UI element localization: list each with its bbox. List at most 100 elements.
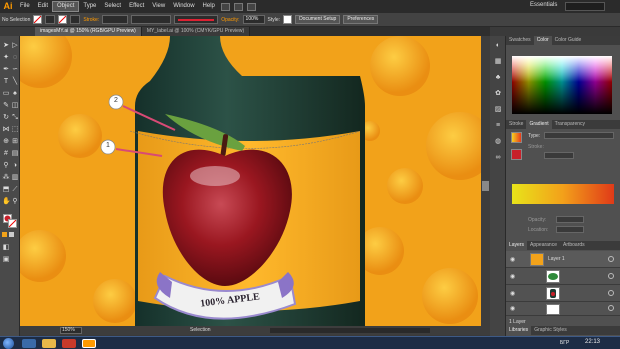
transparency-icon[interactable]: ◍ <box>494 138 502 146</box>
color-guide-icon[interactable]: ▦ <box>494 58 502 66</box>
pen-tool-icon[interactable]: ✒ <box>2 66 10 74</box>
menu-type[interactable]: Type <box>79 0 100 13</box>
menu-window[interactable]: Window <box>169 0 198 13</box>
target-circle-icon[interactable] <box>608 273 614 279</box>
eyedropper-tool-icon[interactable]: ⚲ <box>2 162 10 170</box>
slice-tool-icon[interactable]: ⟋ <box>11 186 19 194</box>
tab-color[interactable]: Color <box>533 36 552 45</box>
opacity-label[interactable]: Opacity: <box>221 17 239 23</box>
gradient-thumbnail[interactable] <box>511 132 522 143</box>
menu-effect[interactable]: Effect <box>125 0 148 13</box>
gradient-angle-field[interactable] <box>544 152 574 159</box>
explorer-taskbar-icon[interactable] <box>42 339 56 348</box>
visibility-eye-icon[interactable]: ◉ <box>510 273 515 280</box>
tab-my-label[interactable]: MY_label.ai @ 100% (CMYK/GPU Preview) <box>141 27 251 36</box>
opacity-field[interactable]: 100% <box>242 15 265 24</box>
menu-object[interactable]: Object <box>52 1 80 12</box>
shape-builder-tool-icon[interactable]: ⊕ <box>2 138 10 146</box>
stroke-label[interactable]: Stroke: <box>83 17 99 23</box>
target-circle-icon[interactable] <box>608 290 614 296</box>
menu-help[interactable]: Help <box>199 0 219 13</box>
layer-row-sublayer[interactable]: ◉ <box>506 302 620 316</box>
document-setup-button[interactable]: Document Setup <box>295 15 341 24</box>
stroke-panel-icon[interactable]: ≡ <box>494 122 502 130</box>
zoom-field[interactable]: 150% <box>60 327 82 334</box>
layer-row-sublayer[interactable]: ◉ <box>506 285 620 302</box>
language-indicator[interactable]: БГР <box>560 340 569 346</box>
tab-libraries[interactable]: Libraries <box>506 326 532 335</box>
tab-graphic-styles[interactable]: Graphic Styles <box>531 326 570 335</box>
gradient-slider-bar[interactable] <box>512 184 614 204</box>
tab-color-guide[interactable]: Color Guide <box>552 36 585 45</box>
artboard-canvas[interactable]: 1 2 100% APPLE <box>20 36 490 326</box>
scale-tool-icon[interactable]: ⤡ <box>11 114 19 122</box>
brushes-icon[interactable]: ♣ <box>494 74 502 82</box>
tab-transparency[interactable]: Transparency <box>552 120 588 129</box>
visibility-eye-icon[interactable]: ◉ <box>510 290 515 297</box>
stroke-weight-field[interactable] <box>102 15 129 24</box>
rotate-tool-icon[interactable]: ↻ <box>2 114 10 122</box>
layer-name[interactable]: Layer 1 <box>548 256 565 262</box>
gradient-type-select[interactable] <box>544 132 614 139</box>
color-mode-icon[interactable] <box>2 232 7 237</box>
illustrator-taskbar-icon[interactable] <box>82 339 96 348</box>
zoom-tool-icon[interactable]: ⚲ <box>11 198 19 206</box>
gradient-opacity-field[interactable] <box>556 216 584 223</box>
type-tool-icon[interactable]: T <box>2 78 10 86</box>
layer-row-sublayer[interactable]: ◉ <box>506 268 620 285</box>
width-tool-icon[interactable]: ⋈ <box>2 126 10 134</box>
line-tool-icon[interactable]: ╲ <box>11 78 19 86</box>
bridge-icon[interactable] <box>220 2 230 11</box>
tab-stroke[interactable]: Stroke <box>506 120 526 129</box>
gradient-location-field[interactable] <box>556 226 584 233</box>
free-transform-tool-icon[interactable]: ⬚ <box>11 126 19 134</box>
links-icon[interactable]: ∞ <box>494 154 502 162</box>
gradient-mode-icon[interactable] <box>9 232 14 237</box>
draw-normal-icon[interactable]: ◧ <box>2 244 10 252</box>
start-button-icon[interactable] <box>3 338 14 349</box>
color-spectrum[interactable] <box>512 56 612 114</box>
menu-file[interactable]: File <box>16 0 34 13</box>
scroll-thumb[interactable] <box>482 181 489 191</box>
fill-stroke-indicator[interactable] <box>511 149 522 160</box>
chrome-taskbar-icon[interactable] <box>62 339 76 348</box>
stroke-swatch[interactable] <box>58 15 68 24</box>
rectangle-tool-icon[interactable]: ▭ <box>2 90 10 98</box>
target-circle-icon[interactable] <box>608 256 614 262</box>
fill-dropdown[interactable] <box>45 15 56 24</box>
gradient-tool-icon[interactable]: ▤ <box>11 150 19 158</box>
menu-view[interactable]: View <box>148 0 169 13</box>
symbols-icon[interactable]: ✿ <box>494 90 502 98</box>
brush-definition[interactable] <box>174 15 219 24</box>
graphic-styles-icon[interactable]: ▨ <box>494 106 502 114</box>
pencil-tool-icon[interactable]: ✎ <box>2 102 10 110</box>
variable-width-profile[interactable] <box>131 15 172 24</box>
paintbrush-tool-icon[interactable]: ♠ <box>11 90 19 98</box>
perspective-grid-tool-icon[interactable]: ⊞ <box>11 138 19 146</box>
menu-edit[interactable]: Edit <box>34 0 52 13</box>
mesh-tool-icon[interactable]: # <box>2 150 10 158</box>
fill-stroke-widget[interactable] <box>3 214 17 228</box>
layer-row-layer1[interactable]: ◉ Layer 1 <box>506 251 620 268</box>
search-input[interactable] <box>565 2 605 11</box>
visibility-eye-icon[interactable]: ◉ <box>510 305 515 312</box>
tab-appearance[interactable]: Appearance <box>527 241 560 250</box>
blend-tool-icon[interactable]: ◑ <box>11 162 19 170</box>
stroke-color-box[interactable] <box>8 219 17 228</box>
tab-swatches[interactable]: Swatches <box>506 36 534 45</box>
workspace-switcher[interactable]: Essentials <box>530 2 557 8</box>
visibility-eye-icon[interactable]: ◉ <box>510 256 515 263</box>
curvature-tool-icon[interactable]: ∽ <box>11 66 19 74</box>
screen-mode-icon[interactable]: ▣ <box>2 256 10 264</box>
system-clock[interactable]: 22:13 <box>585 339 600 345</box>
lasso-tool-icon[interactable]: ◌ <box>11 54 19 62</box>
fill-swatch[interactable] <box>33 15 43 24</box>
artboard-tool-icon[interactable]: ⬒ <box>2 186 10 194</box>
preferences-button[interactable]: Preferences <box>343 15 379 24</box>
color-panel-icon[interactable]: ◐ <box>494 42 502 50</box>
graphic-style-swatch[interactable] <box>283 15 293 24</box>
tab-layers[interactable]: Layers <box>506 241 528 250</box>
ie-taskbar-icon[interactable] <box>22 339 36 348</box>
horizontal-scrollbar[interactable] <box>270 328 430 333</box>
magic-wand-tool-icon[interactable]: ✦ <box>2 54 10 62</box>
